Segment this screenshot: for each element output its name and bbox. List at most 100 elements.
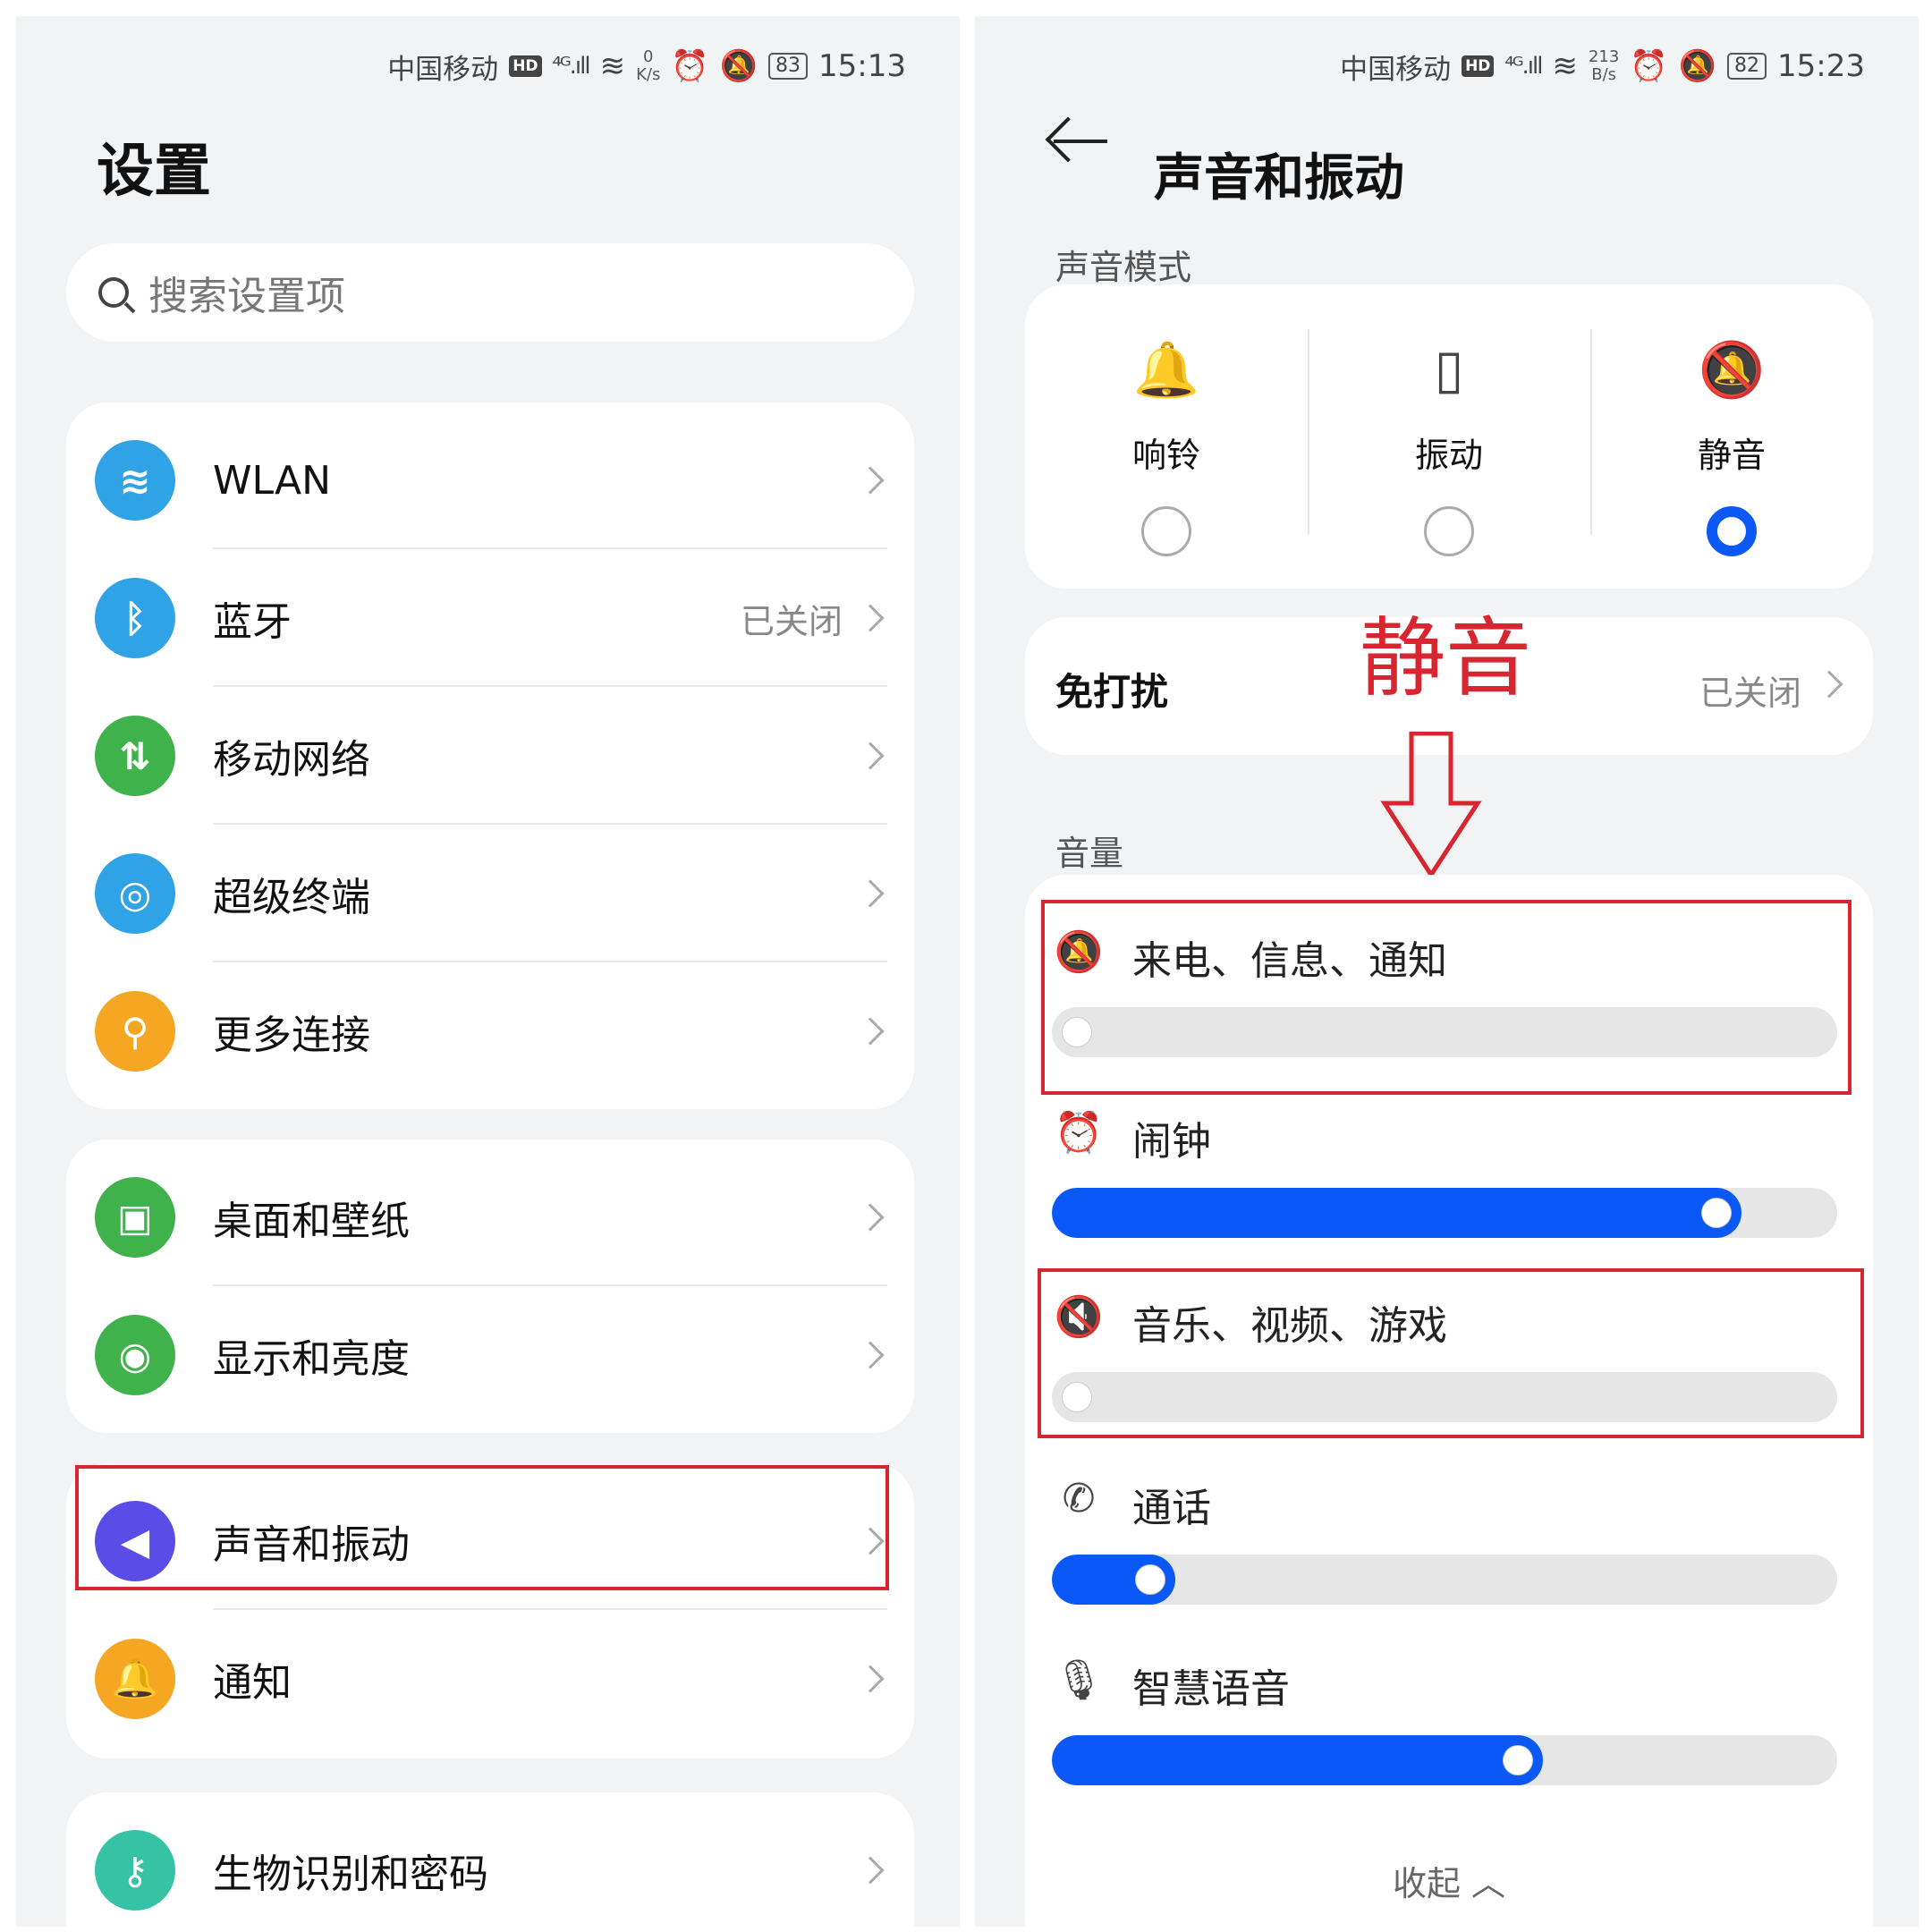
highlight-box-media-volume [1038,1268,1864,1438]
microphone-icon: 🎙 [1054,1657,1104,1703]
signal-icon: ⁴ᴳ.ıll [1504,53,1543,80]
vibrate-icon: ▯ [1434,338,1464,401]
bell-icon: 🔔 [1132,339,1200,402]
settings-item-label: 桌面和壁纸 [213,1199,410,1244]
chevron-right-icon [856,879,885,908]
battery-icon: 82 [1727,53,1767,80]
hd-badge: HD [1462,55,1495,77]
sound-mode-label: 响铃 [1131,436,1200,475]
volume-slider[interactable] [1052,1188,1837,1238]
volume-item-1: ⏰ 闹钟 [1052,1109,1848,1243]
highlight-box-ringtone-volume [1041,900,1852,1095]
time: 15:23 [1777,48,1865,84]
settings-item-0-1[interactable]: ᛒ 蓝牙 已关闭 [66,549,914,687]
chevron-right-icon [856,1341,885,1369]
page-title: 设置 [97,139,211,205]
time: 15:13 [818,48,906,84]
volume-slider[interactable] [1052,1735,1837,1785]
link-icon: ⚲ [95,991,175,1072]
super-device-icon: ◎ [95,853,175,934]
volume-slider-knob[interactable] [1504,1746,1532,1775]
sound-mode-card: 🔔 响铃 ▯ 振动 🔕 静音 [1025,284,1873,589]
sound-mode-radio[interactable] [1707,506,1757,556]
volume-slider-knob[interactable] [1702,1199,1731,1227]
battery-icon: 83 [768,53,809,80]
settings-item-0-3[interactable]: ◎ 超级终端 [66,825,914,962]
chevron-right-icon [856,466,885,495]
chevron-right-icon [856,1017,885,1046]
volume-slider-fill [1052,1188,1741,1238]
wallpaper-icon: ▣ [95,1177,175,1258]
wifi-icon: ≋ [599,48,626,84]
wifi-icon: ≋ [1552,48,1578,84]
settings-item-value: 已关闭 [740,601,843,641]
section-label-volume: 音量 [1055,834,1124,873]
volume-item-4: 🎙 智慧语音 [1052,1657,1848,1791]
mute-icon: 🔕 [1678,48,1717,84]
volume-slider-fill [1052,1735,1543,1785]
sound-mode-label: 静音 [1697,436,1766,475]
annotation-label: 静音 [1360,608,1531,708]
highlight-box-sound [75,1465,889,1590]
chevron-right-icon [856,1203,885,1232]
settings-item-0-4[interactable]: ⚲ 更多连接 [66,962,914,1100]
settings-group-display: ▣ 桌面和壁纸 ◉ 显示和亮度 [66,1140,914,1433]
chevron-right-icon [856,1856,885,1885]
sound-mode-option-2[interactable]: 🔕 静音 [1590,284,1873,589]
chevron-right-icon [856,741,885,770]
sound-mode-label: 振动 [1414,436,1483,475]
net-speed: 0 K/s [636,47,661,84]
section-label-sound-mode: 声音模式 [1055,248,1192,287]
settings-item-label: 更多连接 [213,1013,370,1058]
settings-screen: 中国移动 HD ⁴ᴳ.ıll ≋ 0 K/s ⏰ 🔕 83 15:13 设置 搜索… [16,16,960,1927]
settings-item-label: WLAN [213,457,332,504]
sound-mode-option-0[interactable]: 🔔 响铃 [1025,284,1308,589]
status-bar: 中国移动 HD ⁴ᴳ.ıll ≋ 213 B/s ⏰ 🔕 82 15:23 [1340,39,1865,93]
chevron-right-icon [1815,670,1843,699]
settings-item-label: 显示和亮度 [213,1336,410,1382]
mute-icon: 🔕 [719,48,758,84]
settings-item-0-2[interactable]: ⇅ 移动网络 [66,687,914,825]
carrier-name: 中国移动 [387,53,499,86]
chevron-right-icon [856,1665,885,1693]
chevron-up-icon: ︿ [1471,1864,1506,1903]
page-title: 声音和振动 [1154,149,1404,208]
volume-slider-knob[interactable] [1136,1565,1165,1594]
settings-item-label: 超级终端 [213,875,370,920]
signal-icon: ⁴ᴳ.ıll [552,53,591,80]
volume-label: 智慧语音 [1132,1666,1290,1712]
settings-item-0-0[interactable]: ≋ WLAN [66,411,914,549]
sound-vibration-screen: 中国移动 HD ⁴ᴳ.ıll ≋ 213 B/s ⏰ 🔕 82 15:23 声音和… [975,16,1919,1927]
collapse-label: 收起 [1392,1864,1461,1903]
alarm-icon: ⏰ [671,48,709,84]
settings-item-label: 生物识别和密码 [213,1852,488,1897]
status-bar: 中国移动 HD ⁴ᴳ.ıll ≋ 0 K/s ⏰ 🔕 83 15:13 [387,39,906,93]
settings-group-connectivity: ≋ WLAN ᛒ 蓝牙 已关闭 ⇅ 移动网络 ◎ 超级终端 ⚲ 更多连接 [66,402,914,1109]
volume-label: 闹钟 [1132,1119,1211,1165]
chevron-right-icon [856,604,885,632]
sound-mode-radio[interactable] [1424,506,1474,556]
phone-icon: ✆ [1062,1476,1096,1521]
search-placeholder: 搜索设置项 [148,274,345,319]
volume-slider[interactable] [1052,1555,1837,1605]
settings-item-1-1[interactable]: ◉ 显示和亮度 [66,1286,914,1424]
back-arrow-icon[interactable] [1054,140,1107,143]
settings-item-2-1[interactable]: 🔔 通知 [66,1610,914,1748]
sound-mode-option-1[interactable]: ▯ 振动 [1308,284,1590,589]
annotation-arrow-icon [1380,732,1482,879]
volume-item-3: ✆ 通话 [1052,1476,1848,1610]
dnd-value: 已关闭 [1699,674,1801,713]
sound-mode-radio[interactable] [1141,506,1191,556]
settings-group-security: ⚷ 生物识别和密码 [66,1792,914,1927]
net-speed: 213 B/s [1588,47,1620,84]
collapse-button[interactable]: 收起 ︿ [1025,1856,1873,1905]
alarm-icon: ⏰ [1054,1110,1104,1156]
search-icon [98,277,129,308]
dnd-label: 免打扰 [1055,670,1169,714]
wifi-icon: ≋ [95,440,175,521]
search-input[interactable]: 搜索设置项 [66,243,914,342]
eye-icon: ◉ [95,1315,175,1395]
settings-item-3-0[interactable]: ⚷ 生物识别和密码 [66,1801,914,1927]
alarm-icon: ⏰ [1630,48,1668,84]
settings-item-1-0[interactable]: ▣ 桌面和壁纸 [66,1148,914,1286]
